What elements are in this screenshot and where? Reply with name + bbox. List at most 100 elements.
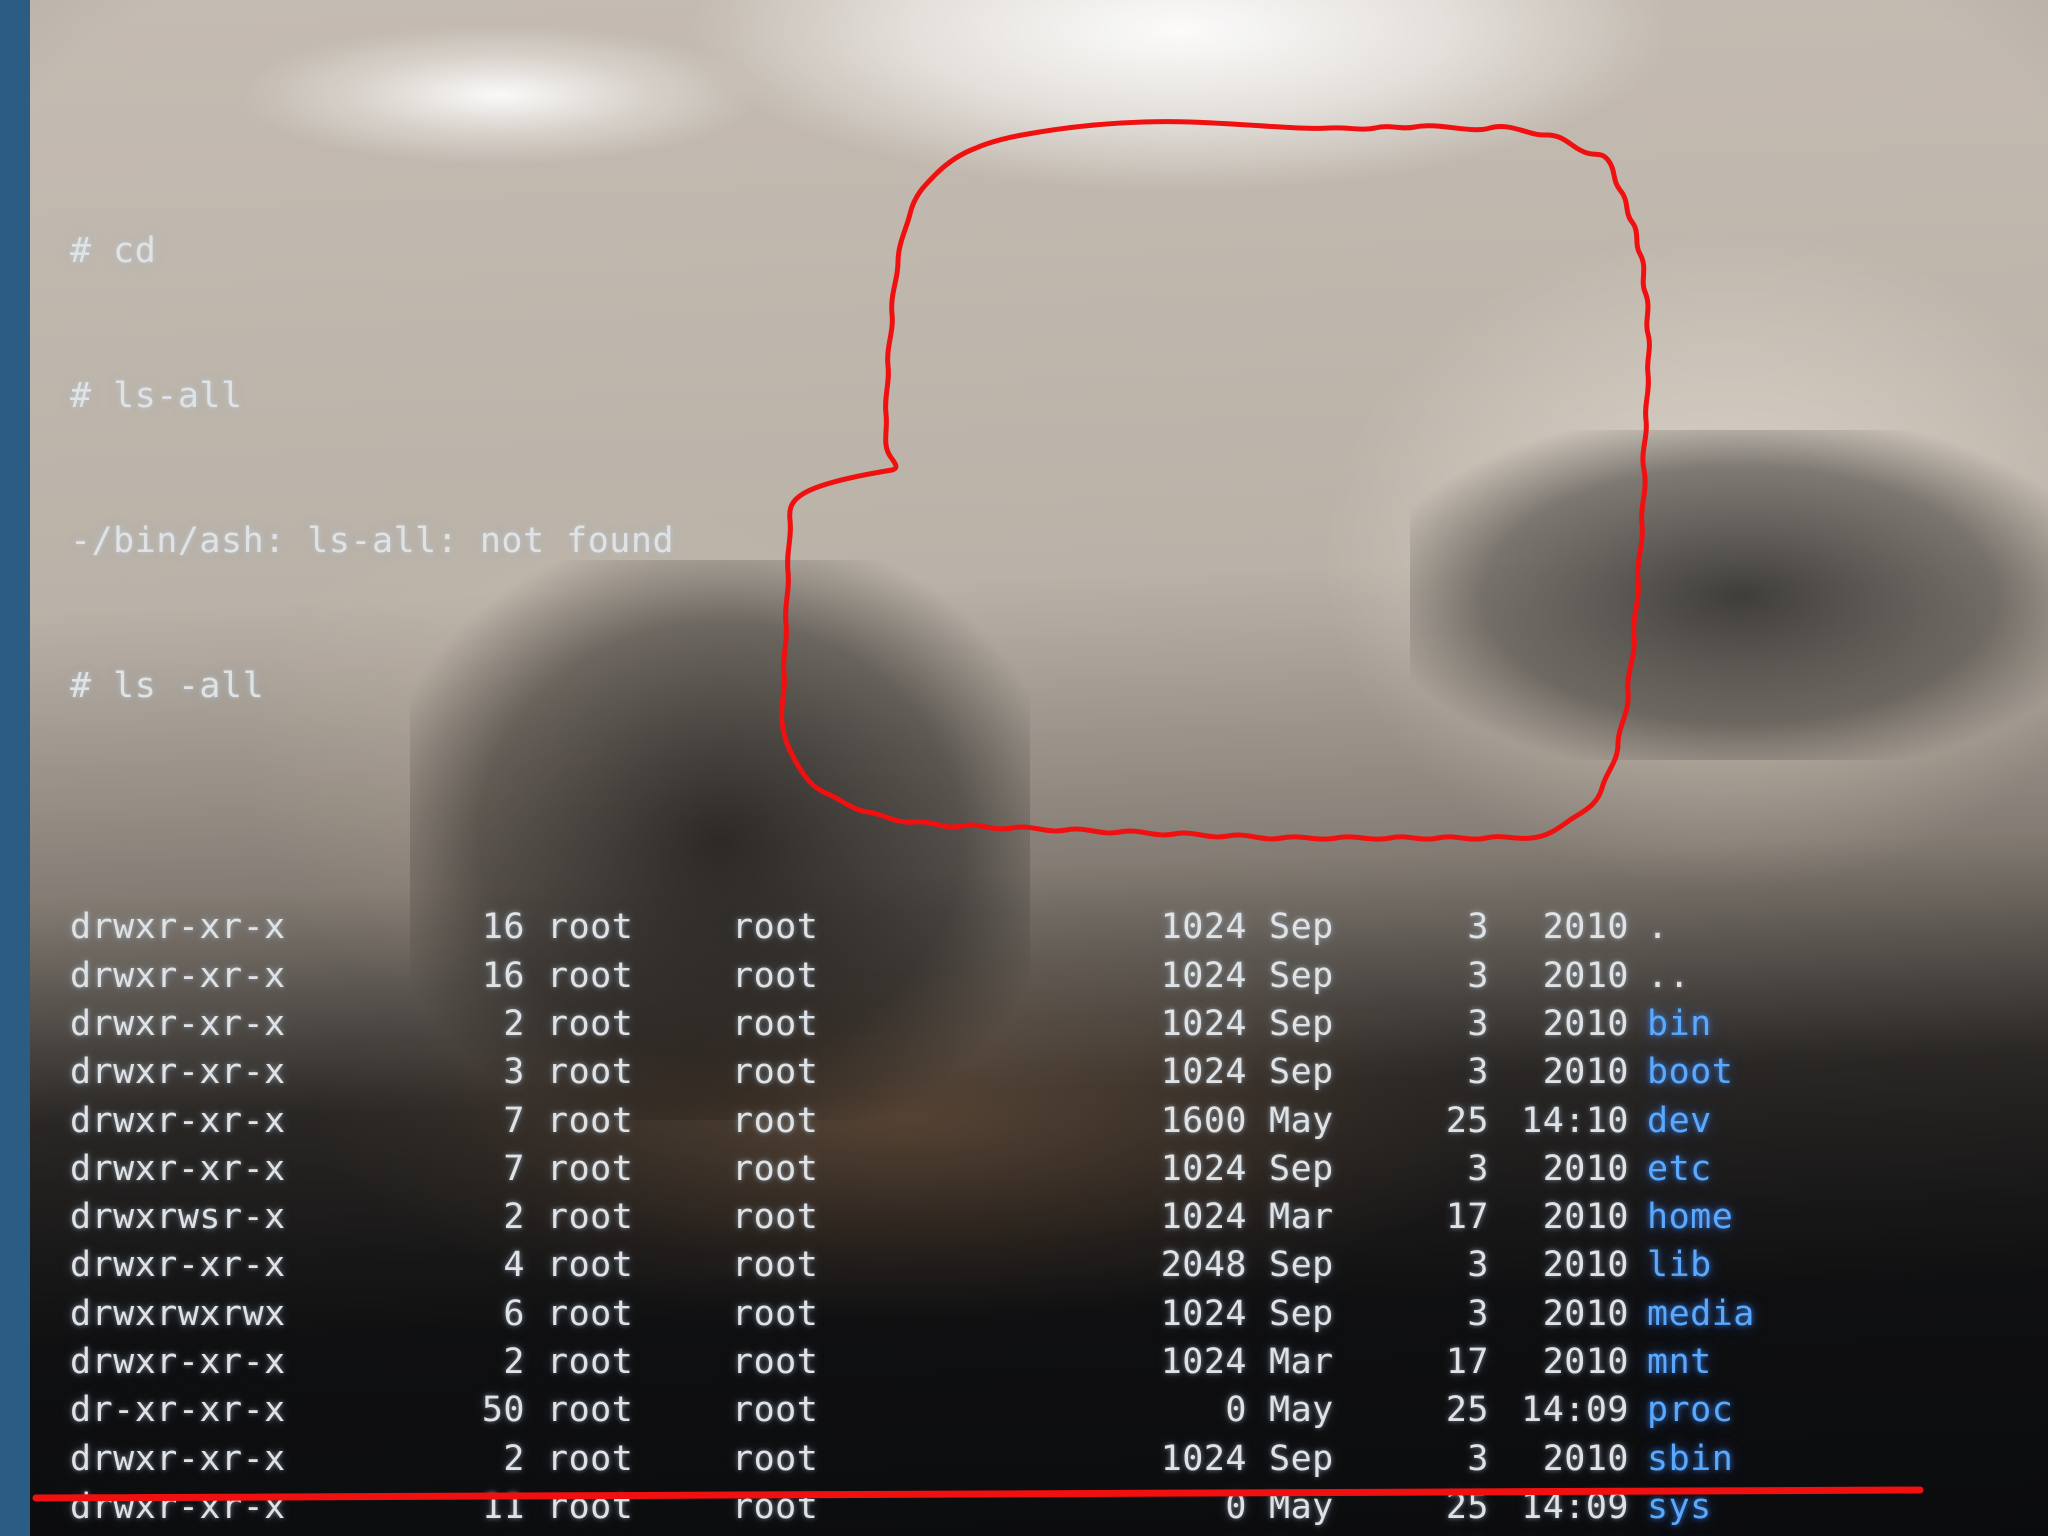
row-owner: root [547,955,634,996]
row-size: 0 [1225,1486,1247,1527]
row-permissions: drwxr-xr-x [70,1486,286,1527]
terminal-line: # cd [70,227,2048,275]
row-filename: sys [1647,1486,1712,1527]
row-filename: . [1647,907,1669,948]
row-filename: mnt [1647,1342,1712,1383]
row-filename: dev [1647,1100,1712,1141]
row-time: 14:09 [1521,1486,1629,1527]
row-day: 17 [1445,1197,1489,1238]
row-owner: root [525,1531,732,1536]
row-group: root [732,1245,819,1286]
row-filename: etc [1647,1148,1712,1189]
row-month: Sep [1269,1052,1334,1093]
row-day: 17 [1445,1342,1489,1383]
listing-row: drwxr-xr-x 4 root root 2048 Sep 3 2010 lib [70,1241,2048,1289]
row-link-count: 4 [503,1245,525,1286]
row-month: Mar [1269,1197,1334,1238]
row-day: 3 [1467,1245,1489,1286]
row-link-count: 2 [503,1003,525,1044]
listing-row: drwxr-xr-x 2 root root 1024 Sep 3 2010 bin [70,1000,2048,1048]
row-permissions: drwxr-xr-x [70,1100,286,1141]
row-day: 3 [1467,1438,1489,1479]
listing-row: drwxrwxrwx 6 root root 1024 Sep 3 2010 media [70,1290,2048,1338]
row-group: root [732,1052,819,1093]
row-link-count: 7 [503,1100,525,1141]
row-day: 3 [1467,955,1489,996]
row-permissions: dr-xr-xr-x [70,1390,286,1431]
row-link-count: 7 [503,1148,525,1189]
row-month: Sep [1269,955,1334,996]
row-size: 1024 [1160,1197,1247,1238]
row-owner: root [547,1390,634,1431]
row-permissions: drwxrwsr-x [70,1197,286,1238]
row-time: 2010 [1542,1197,1629,1238]
row-owner: root [547,1100,634,1141]
row-owner: root [547,1197,634,1238]
row-owner: root [547,1438,634,1479]
row-link-count: 50 [481,1390,525,1431]
command-text: # ls -all [70,665,265,706]
row-filename: proc [1647,1390,1734,1431]
row-group: root [732,955,819,996]
row-owner: root [547,1293,634,1334]
row-group: root [732,1531,1077,1536]
row-owner: root [547,1245,634,1286]
row-permissions: drwxr-xr-x [70,1148,286,1189]
row-owner: root [547,1003,634,1044]
row-link-count: 2 [503,1438,525,1479]
row-month: Mar [1269,1342,1334,1383]
row-size: 1024 [1160,1293,1247,1334]
row-day: 25 [1445,1390,1489,1431]
row-time: 14:10 [1489,1531,1647,1536]
row-owner: root [547,907,634,948]
row-day: 25 [1445,1486,1489,1527]
terminal-line: # ls-all [70,372,2048,420]
row-group: root [732,907,819,948]
row-time: 2010 [1542,1003,1629,1044]
row-group: root [732,1342,819,1383]
row-size: 1024 [1160,955,1247,996]
row-permissions: drwxr-xr-x [70,955,286,996]
row-day: 3 [1467,1052,1489,1093]
row-owner: root [547,1486,634,1527]
listing-row: drwxr-xr-x 2 root root 1024 Sep 3 2010 sbin [70,1435,2048,1483]
row-month: May [1247,1531,1359,1536]
row-filename: sbin [1647,1438,1734,1479]
row-size: 0 [1077,1531,1247,1536]
row-group: root [732,1390,819,1431]
row-permissions: drwxr-xr-x [70,1003,286,1044]
row-size: 1024 [1160,1148,1247,1189]
row-link-count: 6 [375,1531,525,1536]
row-size: 1600 [1160,1100,1247,1141]
terminal-screen: # cd # ls-all -/bin/ash: ls-all: not fou… [30,0,2048,1536]
row-filename: lib [1647,1245,1712,1286]
row-permissions: drwxr-xr-x [70,1245,286,1286]
row-month: Sep [1269,1003,1334,1044]
row-month: Sep [1269,1245,1334,1286]
row-permissions: drwxr-xr-x [70,1531,375,1536]
row-day: 25 [1445,1100,1489,1141]
row-permissions: drwxr-xr-x [70,1438,286,1479]
row-link-count: 16 [481,955,525,996]
row-owner: root [547,1342,634,1383]
row-owner: root [547,1148,634,1189]
listing-row: drwxr-xr-x 7 root root 1600 May 25 14:10 dev [70,1097,2048,1145]
row-group: root [732,1003,819,1044]
error-text: -/bin/ash: ls-all: not found [70,520,675,561]
row-month: Sep [1269,1438,1334,1479]
row-time: 2010 [1542,1342,1629,1383]
row-link-count: 6 [503,1293,525,1334]
row-size: 1024 [1160,1342,1247,1383]
row-time: 2010 [1542,1245,1629,1286]
row-link-count: 2 [503,1342,525,1383]
monitor-photo: # cd # ls-all -/bin/ash: ls-all: not fou… [0,0,2048,1536]
command-text: # ls-all [70,376,243,417]
row-time: 14:10 [1521,1100,1629,1141]
row-day: 3 [1467,1003,1489,1044]
directory-listing: drwxr-xr-x 16 root root 1024 Sep 3 2010. drwxr-x… [70,903,2048,1536]
row-permissions: drwxrwxrwx [70,1293,286,1334]
row-size: 2048 [1160,1245,1247,1286]
terminal-line: # ls -all [70,662,2048,710]
row-month: Sep [1269,1293,1334,1334]
row-filename: home [1647,1197,1734,1238]
